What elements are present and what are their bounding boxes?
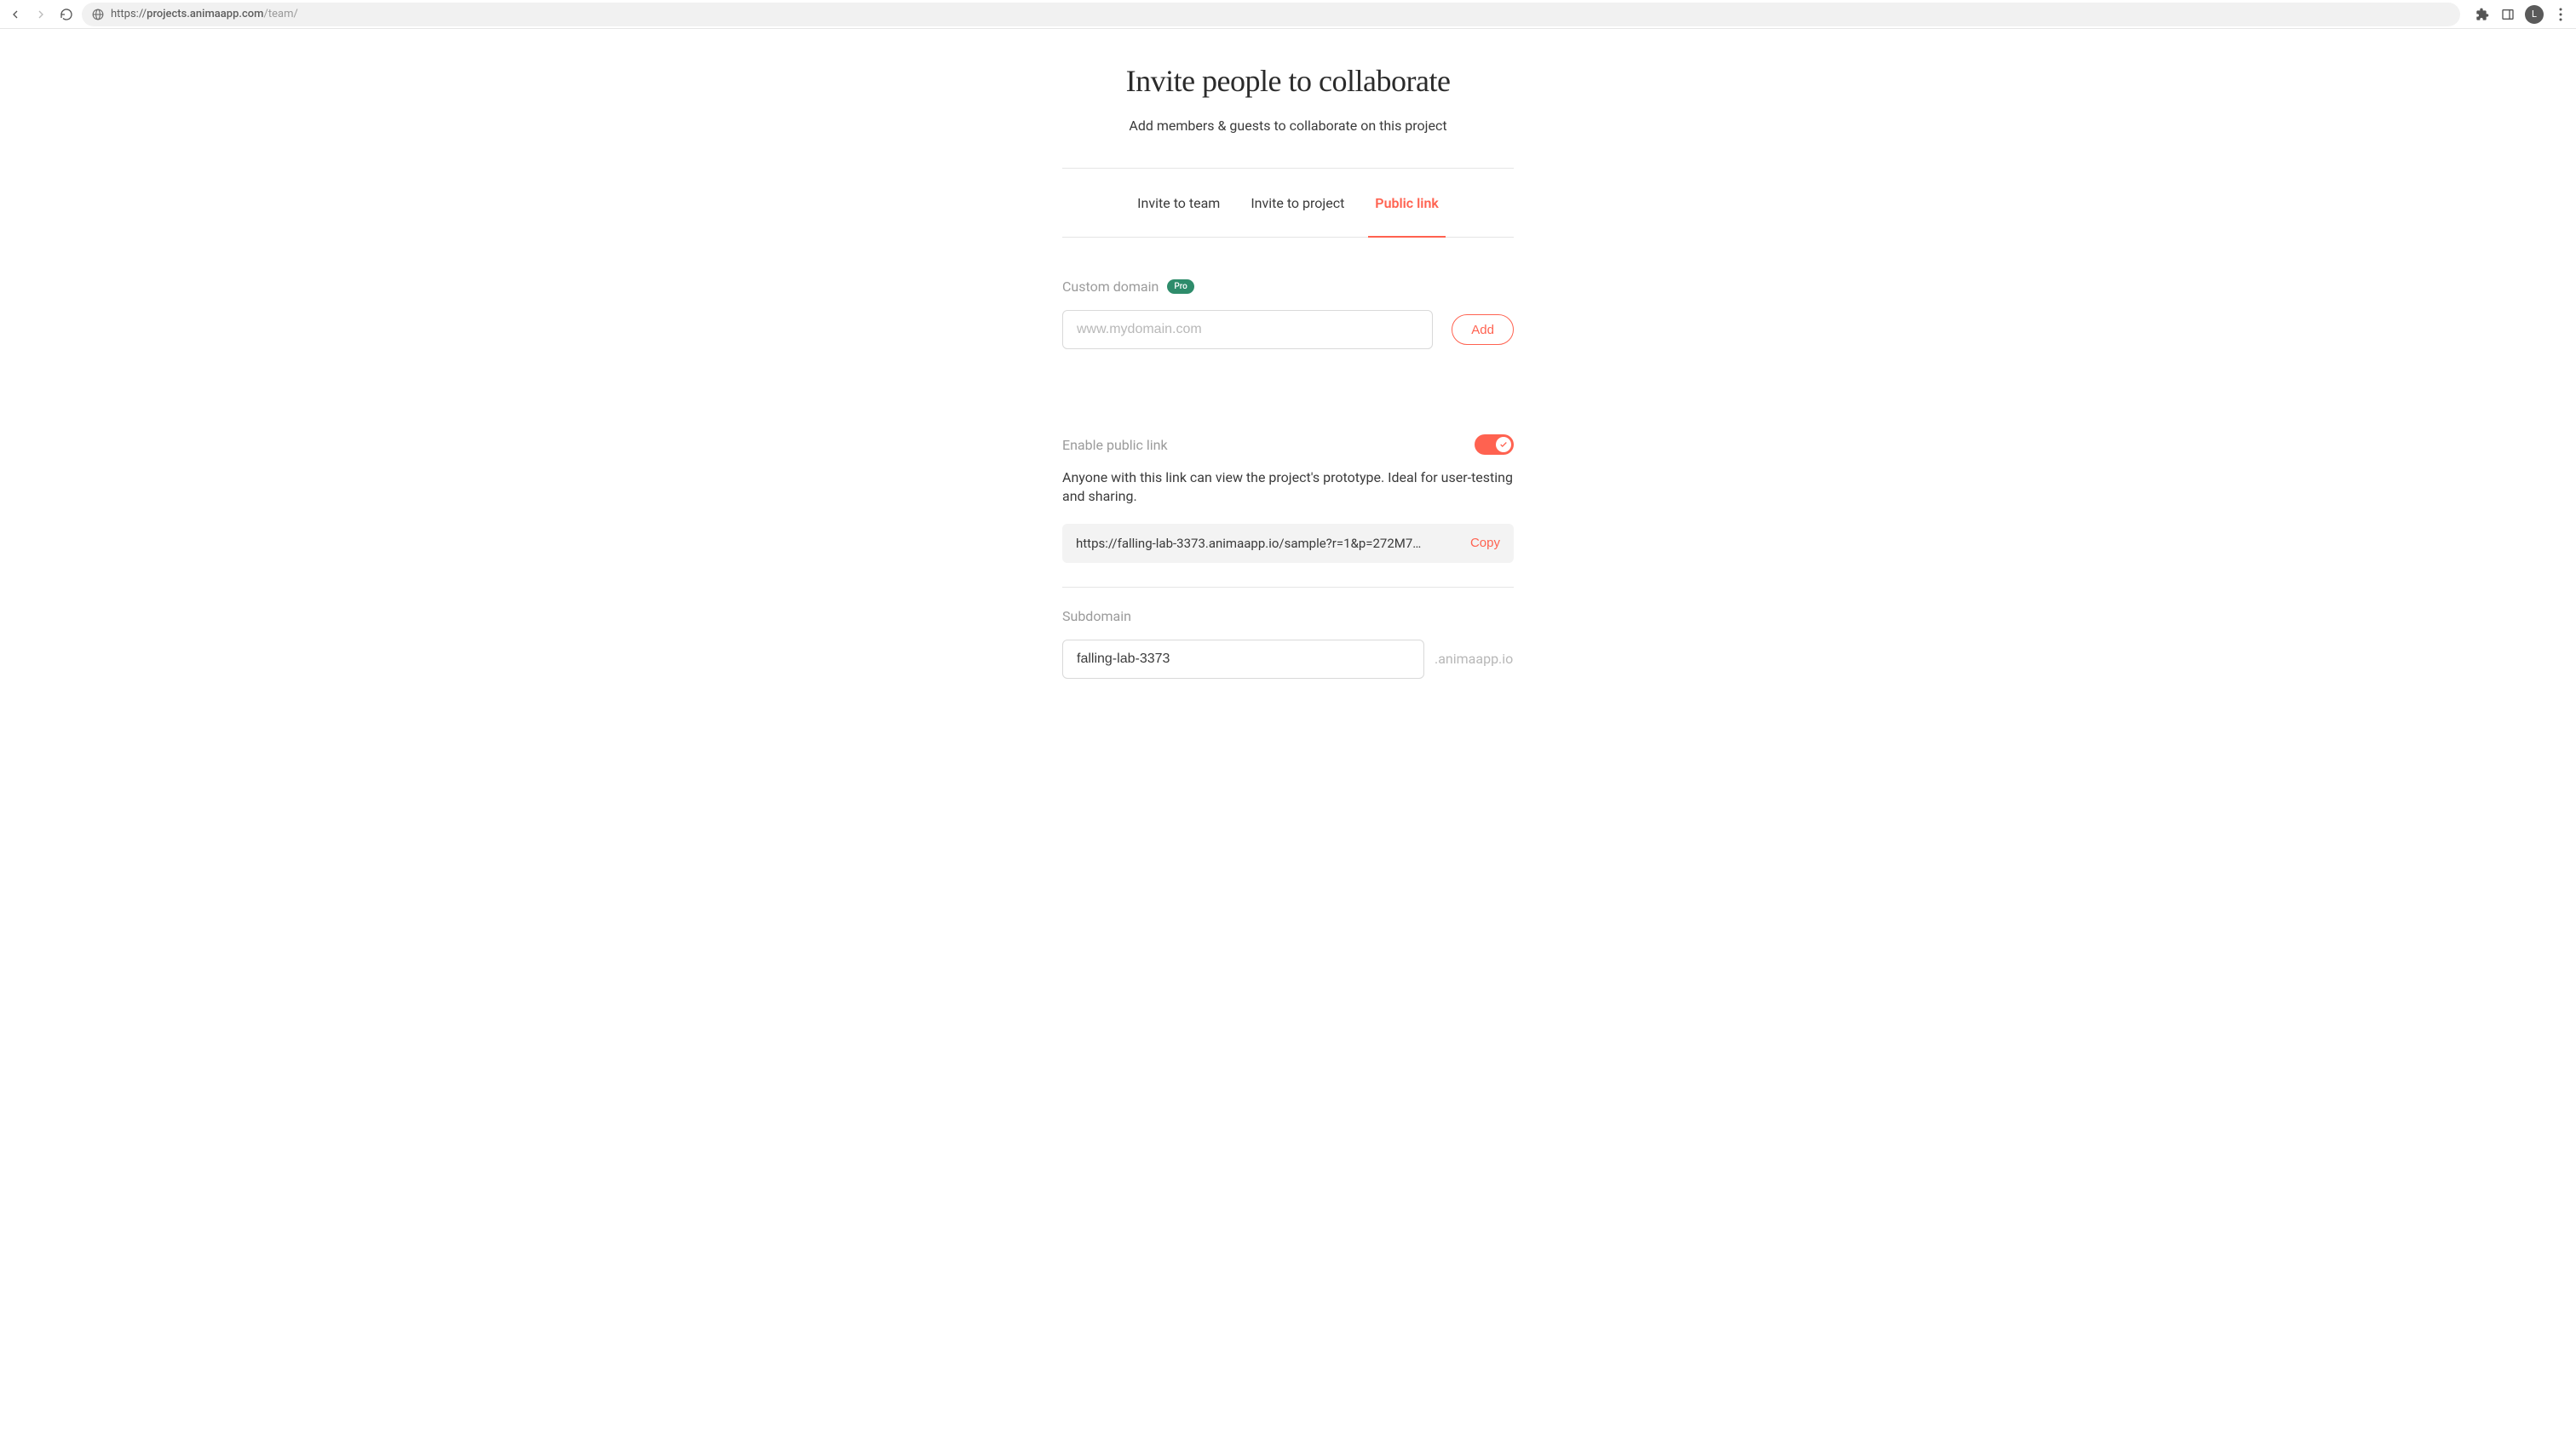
page-content: Invite people to collaborate Add members…: [1062, 29, 1514, 730]
profile-avatar[interactable]: L: [2525, 5, 2544, 24]
divider: [1062, 587, 1514, 588]
extensions-icon[interactable]: [2474, 6, 2491, 23]
subdomain-input[interactable]: [1062, 640, 1424, 679]
subdomain-suffix: .animaapp.io: [1435, 651, 1513, 667]
public-link-box: https://falling-lab-3373.animaapp.io/sam…: [1062, 524, 1514, 563]
address-bar[interactable]: https://projects.animaapp.com/team/: [82, 3, 2460, 26]
subdomain-label: Subdomain: [1062, 608, 1514, 624]
globe-icon: [92, 9, 104, 20]
pro-badge: Pro: [1167, 279, 1193, 294]
browser-chrome: https://projects.animaapp.com/team/ L: [0, 0, 2576, 29]
page-title: Invite people to collaborate: [1062, 63, 1514, 99]
custom-domain-input[interactable]: [1062, 310, 1433, 349]
public-link-description: Anyone with this link can view the proje…: [1062, 468, 1514, 507]
toggle-knob: [1496, 437, 1511, 452]
forward-button[interactable]: [32, 6, 49, 23]
tab-public-link[interactable]: Public link: [1375, 169, 1439, 237]
back-icon: [9, 8, 22, 21]
tab-bar: Invite to team Invite to project Public …: [1062, 168, 1514, 238]
forward-icon: [34, 8, 48, 21]
tab-invite-team[interactable]: Invite to team: [1137, 169, 1220, 237]
page-subtitle: Add members & guests to collaborate on t…: [1062, 118, 1514, 134]
tab-invite-project[interactable]: Invite to project: [1251, 169, 1344, 237]
custom-domain-label: Custom domain: [1062, 278, 1159, 295]
subdomain-row: .animaapp.io: [1062, 640, 1514, 679]
enable-public-link-row: Enable public link: [1062, 434, 1514, 455]
reload-icon: [60, 8, 73, 21]
public-link-url: https://falling-lab-3373.animaapp.io/sam…: [1076, 536, 1460, 551]
panel-icon[interactable]: [2499, 6, 2516, 23]
chrome-right-icons: L: [2474, 5, 2569, 24]
public-link-toggle[interactable]: [1475, 434, 1514, 455]
enable-public-link-label: Enable public link: [1062, 437, 1168, 453]
url-text: https://projects.animaapp.com/team/: [111, 8, 298, 20]
copy-button[interactable]: Copy: [1470, 536, 1500, 550]
public-link-section: Enable public link Anyone with this link…: [1062, 434, 1514, 679]
reload-button[interactable]: [58, 6, 75, 23]
add-button[interactable]: Add: [1452, 314, 1514, 345]
nav-buttons: [7, 6, 75, 23]
back-button[interactable]: [7, 6, 24, 23]
custom-domain-label-row: Custom domain Pro: [1062, 278, 1514, 295]
custom-domain-input-row: Add: [1062, 310, 1514, 349]
check-icon: [1499, 440, 1508, 449]
menu-icon[interactable]: [2552, 6, 2569, 23]
custom-domain-section: Custom domain Pro Add: [1062, 278, 1514, 349]
